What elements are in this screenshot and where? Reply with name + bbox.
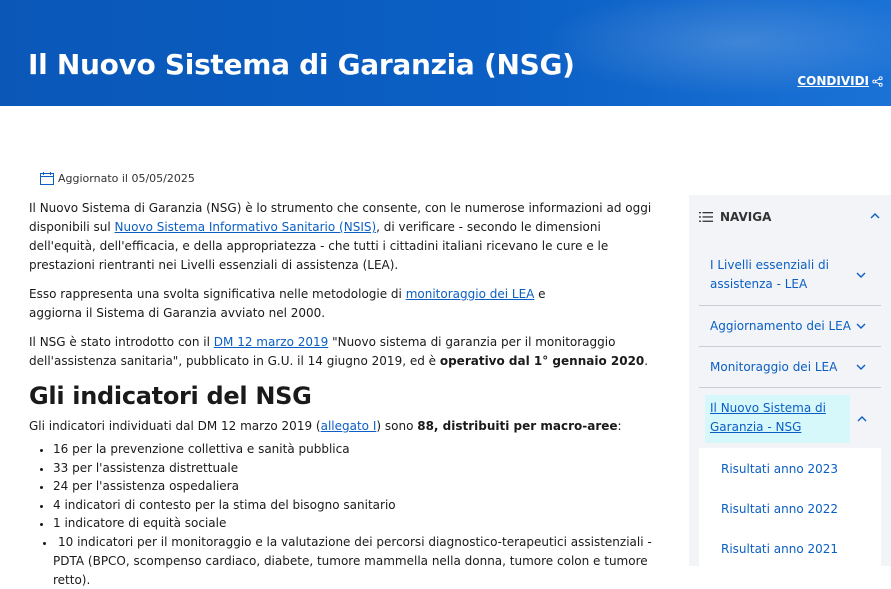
nav-item-livelli-essenziali[interactable]: I Livelli essenziali di assistenza - LEA xyxy=(699,245,881,306)
chevron-down-icon xyxy=(855,320,867,332)
list-item: 24 per l'assistenza ospedaliera xyxy=(53,477,654,496)
calendar-icon xyxy=(40,172,54,185)
last-updated-text: Aggiornato il 05/05/2025 xyxy=(58,172,195,185)
chevron-down-icon xyxy=(855,269,867,281)
nav-item-aggiornamento-lea[interactable]: Aggiornamento dei LEA xyxy=(699,306,881,347)
chevron-up-icon xyxy=(869,210,881,222)
section-heading: Gli indicatori del NSG xyxy=(29,381,654,411)
share-button[interactable]: CONDIVIDI xyxy=(797,74,883,88)
last-updated: Aggiornato il 05/05/2025 xyxy=(40,172,195,185)
text: Gli indicatori individuati dal DM 12 mar… xyxy=(29,419,321,433)
nav-item-label: Monitoraggio dei LEA xyxy=(710,358,837,377)
text: : xyxy=(618,419,622,433)
text: Il NSG è stato introdotto con il xyxy=(29,335,214,349)
text: ) sono xyxy=(376,419,417,433)
nav-item-label: Il Nuovo Sistema di Garanzia - NSG xyxy=(710,399,850,437)
nav-title: NAVIGA xyxy=(720,210,771,224)
share-label: CONDIVIDI xyxy=(797,74,869,88)
nav-subitem-2022[interactable]: Risultati anno 2022 xyxy=(721,502,838,516)
text: Esso rappresenta una svolta significativ… xyxy=(29,287,406,301)
indicators-list: 16 per la prevenzione collettiva e sanit… xyxy=(29,440,654,589)
nav-subitem-2023[interactable]: Risultati anno 2023 xyxy=(721,462,838,476)
allegato-link[interactable]: allegato I xyxy=(321,419,377,433)
main-content: Il Nuovo Sistema di Garanzia (NSG) è lo … xyxy=(29,199,654,589)
list-item: 16 per la prevenzione collettiva e sanit… xyxy=(53,440,654,459)
nav-item-label: I Livelli essenziali di assistenza - LEA xyxy=(710,256,830,294)
chevron-up-icon[interactable] xyxy=(856,413,868,425)
list-item: 4 indicatori di contesto per la stima de… xyxy=(53,496,654,515)
side-navigation: NAVIGA I Livelli essenziali di assistenz… xyxy=(689,195,891,566)
nsis-link[interactable]: Nuovo Sistema Informativo Sanitario (NSI… xyxy=(115,220,377,234)
text: . xyxy=(644,354,648,368)
intro-paragraph-3: Il NSG è stato introdotto con il DM 12 m… xyxy=(29,333,654,371)
list-item: 1 indicatore di equità sociale xyxy=(53,514,654,533)
share-icon xyxy=(872,76,883,87)
nav-item-nsg-active[interactable]: Il Nuovo Sistema di Garanzia - NSG xyxy=(705,395,850,443)
nav-item-monitoraggio-lea[interactable]: Monitoraggio dei LEA xyxy=(699,347,881,388)
monitoraggio-lea-link[interactable]: monitoraggio dei LEA xyxy=(406,287,535,301)
nav-subitems: Risultati anno 2023 Risultati anno 2022 … xyxy=(699,448,881,566)
list-item: 10 indicatori per il monitoraggio e la v… xyxy=(33,533,654,589)
intro-paragraph-1: Il Nuovo Sistema di Garanzia (NSG) è lo … xyxy=(29,199,654,275)
list-item: 33 per l'assistenza distrettuale xyxy=(53,459,654,478)
nav-header-toggle[interactable]: NAVIGA xyxy=(699,207,881,227)
intro-paragraph-2: Esso rappresenta una svolta significativ… xyxy=(29,285,574,323)
menu-list-icon xyxy=(699,211,713,223)
page-title: Il Nuovo Sistema di Garanzia (NSG) xyxy=(28,48,575,81)
chevron-down-icon xyxy=(855,361,867,373)
text-bold: 88, distribuiti per macro-aree xyxy=(417,419,617,433)
text-bold: operativo dal 1° gennaio 2020 xyxy=(440,354,644,368)
nav-subitem-2021[interactable]: Risultati anno 2021 xyxy=(721,542,838,556)
indicators-lead: Gli indicatori individuati dal DM 12 mar… xyxy=(29,417,654,436)
page-header-banner: Il Nuovo Sistema di Garanzia (NSG) CONDI… xyxy=(0,0,891,106)
dm-link[interactable]: DM 12 marzo 2019 xyxy=(214,335,328,349)
nav-item-label: Aggiornamento dei LEA xyxy=(710,317,851,336)
